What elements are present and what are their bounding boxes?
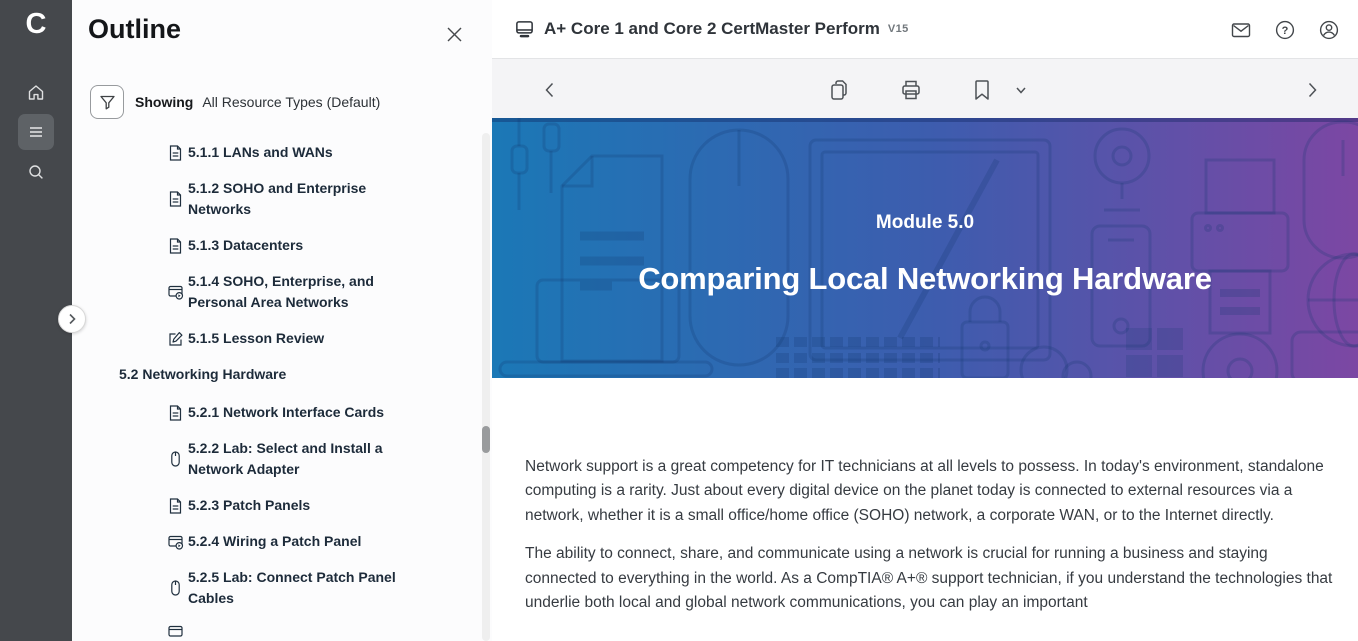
- header-actions: ?: [1228, 0, 1342, 59]
- list-item[interactable]: 5.1.5 Lesson Review: [72, 328, 472, 349]
- print-button[interactable]: [897, 76, 925, 104]
- next-page-button[interactable]: [1298, 76, 1326, 104]
- lab-icon: [168, 580, 184, 596]
- list-item[interactable]: 5.2.2 Lab: Select and Install a Network …: [72, 438, 472, 480]
- course-header: A+ Core 1 and Core 2 CertMaster Perform …: [492, 0, 1358, 59]
- course-title: A+ Core 1 and Core 2 CertMaster Perform: [544, 19, 880, 39]
- document-icon: [168, 191, 184, 207]
- messages-button[interactable]: [1228, 17, 1254, 43]
- account-icon: [1318, 19, 1340, 41]
- previous-page-button[interactable]: [536, 76, 564, 104]
- outline-scrollbar-thumb[interactable]: [482, 426, 490, 453]
- main-area: A+ Core 1 and Core 2 CertMaster Perform …: [492, 0, 1358, 641]
- app: C Outline: [0, 0, 1358, 641]
- document-icon: [168, 498, 184, 514]
- account-button[interactable]: [1316, 17, 1342, 43]
- help-button[interactable]: ?: [1272, 17, 1298, 43]
- menu-icon: [26, 122, 46, 142]
- close-icon: [446, 26, 463, 43]
- filter-value[interactable]: All Resource Types (Default): [202, 94, 380, 110]
- mail-icon: [1230, 19, 1252, 41]
- chevron-right-icon: [67, 313, 77, 325]
- document-icon: [168, 145, 184, 161]
- search-button[interactable]: [18, 154, 54, 190]
- list-item[interactable]: 5.1.4 SOHO, Enterprise, and Personal Are…: [72, 271, 472, 313]
- lesson-body: Network support is a great competency fo…: [525, 455, 1339, 629]
- chevron-right-icon: [1300, 78, 1324, 102]
- outline-scrollbar[interactable]: [482, 133, 490, 641]
- list-item[interactable]: 5.1.2 SOHO and Enterprise Networks: [72, 178, 472, 220]
- home-button[interactable]: [18, 74, 54, 110]
- document-icon: [168, 238, 184, 254]
- outline-panel: Outline Showing All Resource Types (Defa…: [72, 0, 492, 641]
- filter-button[interactable]: [90, 85, 124, 119]
- search-icon: [26, 162, 46, 182]
- list-item[interactable]: 5.2.3 Patch Panels: [72, 495, 472, 516]
- course-version-badge: V15: [888, 23, 909, 35]
- banner-text: Module 5.0 Comparing Local Networking Ha…: [492, 118, 1358, 378]
- video-icon: [168, 534, 184, 550]
- list-item[interactable]: 5.1.3 Datacenters: [72, 235, 472, 256]
- chevron-left-icon: [538, 78, 562, 102]
- svg-text:?: ?: [1282, 25, 1289, 37]
- video-icon: [168, 624, 184, 640]
- outline-list: 5.1.1 LANs and WANs 5.1.2 SOHO and Enter…: [72, 142, 472, 641]
- copy-icon: [827, 78, 851, 102]
- list-item[interactable]: [72, 624, 472, 640]
- paragraph: Network support is a great competency fo…: [525, 455, 1339, 528]
- section-header[interactable]: 5.2 Networking Hardware: [72, 364, 472, 385]
- list-item[interactable]: 5.2.1 Network Interface Cards: [72, 402, 472, 423]
- close-outline-button[interactable]: [440, 20, 468, 48]
- panel-expand-button[interactable]: [58, 305, 86, 333]
- bookmark-icon: [971, 78, 993, 102]
- filter-icon: [99, 94, 116, 111]
- list-item[interactable]: 5.2.4 Wiring a Patch Panel: [72, 531, 472, 552]
- list-item[interactable]: 5.2.5 Lab: Connect Patch Panel Cables: [72, 567, 472, 609]
- edit-icon: [168, 331, 184, 347]
- home-icon: [26, 82, 46, 102]
- paragraph: The ability to connect, share, and commu…: [525, 542, 1339, 615]
- bookmark-button[interactable]: [969, 76, 995, 104]
- chevron-down-icon: [1013, 83, 1029, 97]
- module-banner: Module 5.0 Comparing Local Networking Ha…: [492, 118, 1358, 378]
- filter-row: Showing All Resource Types (Default): [90, 85, 380, 119]
- lab-icon: [168, 451, 184, 467]
- module-label: Module 5.0: [876, 212, 974, 234]
- video-icon: [168, 284, 184, 300]
- module-title: Comparing Local Networking Hardware: [638, 261, 1212, 297]
- help-icon: ?: [1274, 19, 1296, 41]
- list-item[interactable]: 5.1.1 LANs and WANs: [72, 142, 472, 163]
- copy-button[interactable]: [825, 76, 853, 104]
- document-icon: [168, 405, 184, 421]
- outline-title: Outline: [88, 14, 181, 45]
- print-icon: [899, 78, 923, 102]
- brand-logo: C: [0, 8, 72, 41]
- outline-menu-button[interactable]: [18, 114, 54, 150]
- reader-toolbar: [492, 59, 1358, 118]
- showing-label: Showing: [135, 94, 193, 110]
- book-icon: [514, 19, 535, 40]
- bookmark-menu-button[interactable]: [1011, 81, 1031, 99]
